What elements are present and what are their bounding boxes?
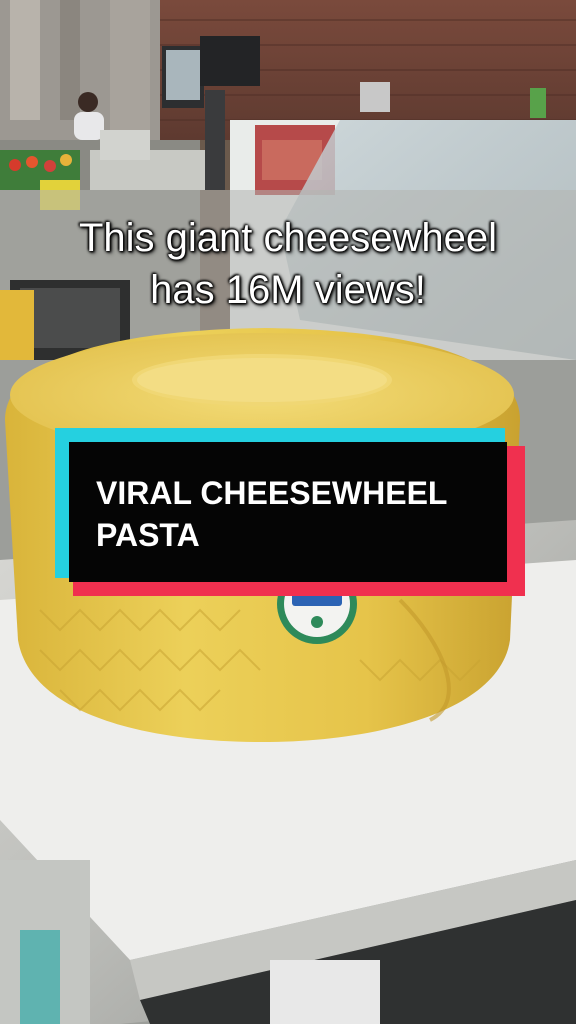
- caption-line-1: This giant cheesewheel: [78, 216, 498, 260]
- caption-line-2: has 16M views!: [150, 268, 426, 312]
- banner-title-line-1: VIRAL CHEESEWHEEL: [96, 475, 448, 511]
- caption-text: This giant cheesewheel has 16M views!: [0, 212, 576, 316]
- banner-title-line-2: PASTA: [96, 517, 200, 553]
- title-banner: VIRAL CHEESEWHEEL PASTA: [55, 428, 525, 596]
- banner-box: VIRAL CHEESEWHEEL PASTA: [69, 442, 507, 582]
